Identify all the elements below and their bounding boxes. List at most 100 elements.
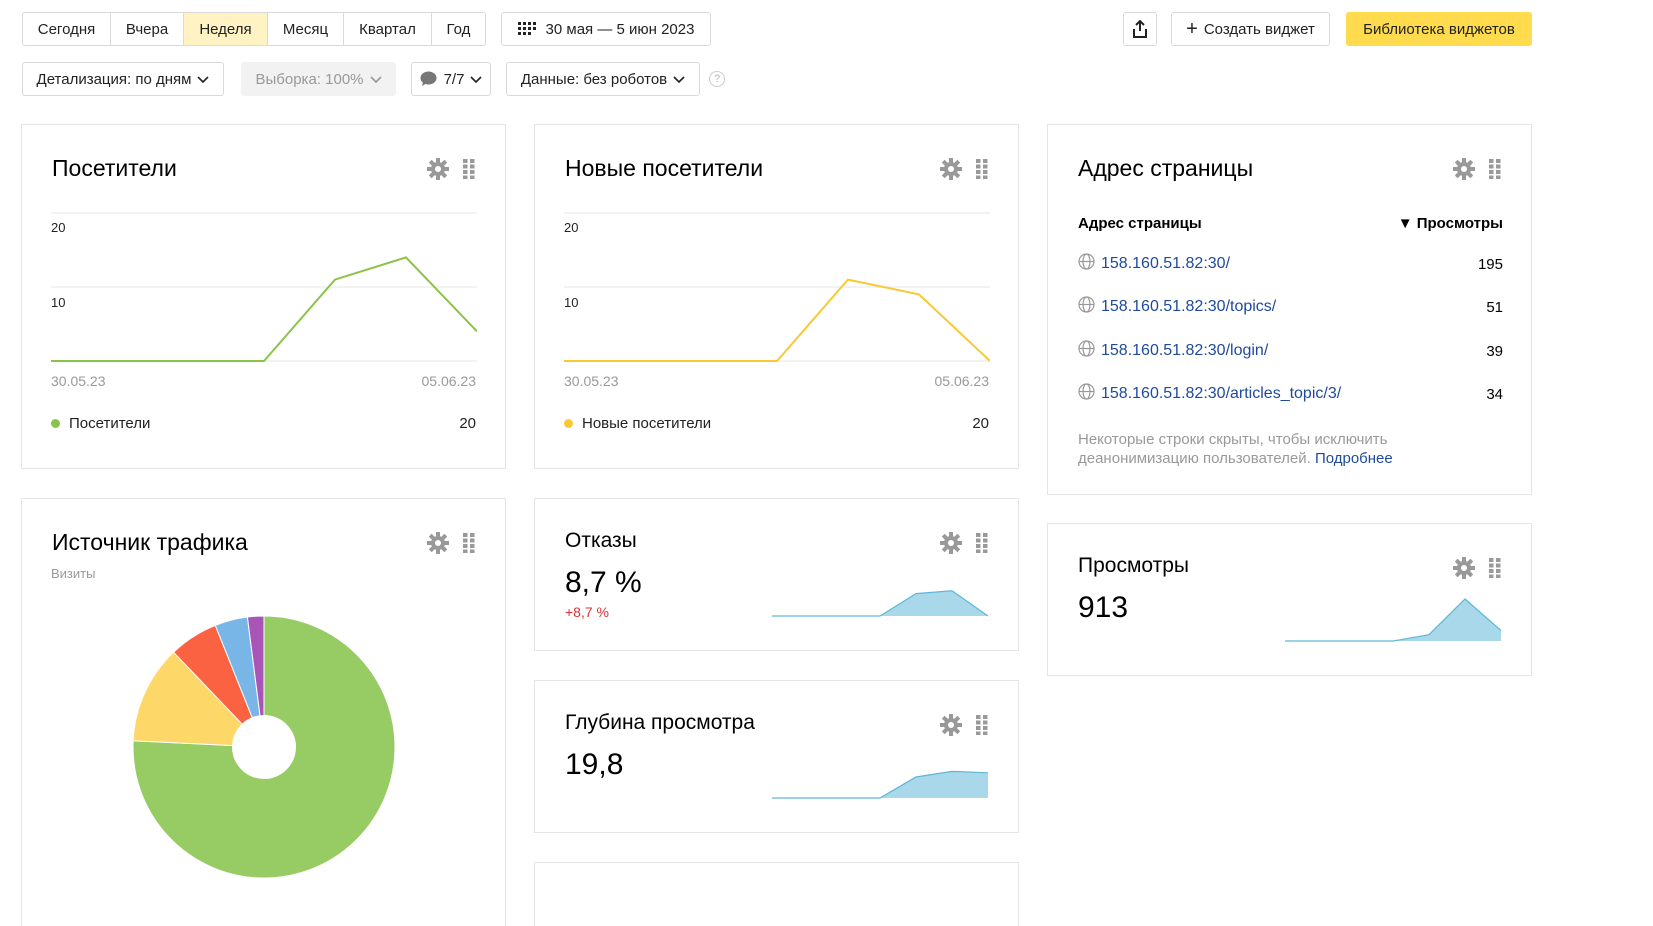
- url-link[interactable]: 158.160.51.82:30/: [1101, 255, 1478, 273]
- period-quarter-button[interactable]: Квартал: [344, 13, 432, 45]
- gear-icon[interactable]: [940, 532, 962, 559]
- plus-icon: +: [1186, 18, 1198, 40]
- legend-dot: [51, 419, 60, 428]
- pie-hole: [232, 715, 296, 779]
- views-widget: Просмотры 913: [1047, 523, 1532, 676]
- url-link[interactable]: 158.160.51.82:30/articles_topic/3/: [1101, 385, 1486, 403]
- next-widget: [534, 862, 1019, 926]
- widget-tools: [940, 532, 988, 559]
- period-month-button[interactable]: Месяц: [268, 13, 344, 45]
- legend-label: Новые посетители: [582, 415, 712, 432]
- column-header-views[interactable]: ▼ Просмотры: [1398, 215, 1503, 232]
- widget-title: Адрес страницы: [1078, 155, 1254, 181]
- traffic-pie-chart: [132, 615, 396, 879]
- table-row[interactable]: 158.160.51.82:30/topics/ 51: [1078, 296, 1503, 318]
- period-today-button[interactable]: Сегодня: [23, 13, 111, 45]
- period-yesterday-button[interactable]: Вчера: [111, 13, 184, 45]
- table-row[interactable]: 158.160.51.82:30/articles_topic/3/ 34: [1078, 383, 1503, 405]
- drag-handle-icon[interactable]: [976, 715, 988, 740]
- visitors-widget: Посетители 20 10 30.05.23 05.06.23 Посет…: [21, 124, 506, 469]
- widget-tools: [940, 714, 988, 741]
- legend-dot: [564, 419, 573, 428]
- widget-title: Отказы: [565, 529, 637, 552]
- widget-tools: [427, 158, 475, 185]
- globe-icon: [1078, 296, 1095, 318]
- globe-icon: [1078, 383, 1095, 405]
- create-widget-button[interactable]: + Создать виджет: [1171, 12, 1330, 46]
- table-row[interactable]: 158.160.51.82:30/ 195: [1078, 253, 1503, 274]
- data-filter-label: Данные: без роботов: [520, 70, 668, 88]
- column-header-address: Адрес страницы: [1078, 215, 1202, 232]
- drag-handle-icon[interactable]: [1489, 558, 1501, 583]
- segments-label: 7/7: [443, 70, 465, 88]
- metric-value: 8,7 %: [565, 566, 642, 599]
- chevron-down-icon: [369, 71, 382, 88]
- calendar-icon: [517, 22, 536, 35]
- widget-title: Глубина просмотра: [565, 711, 755, 734]
- legend-item[interactable]: Посетители: [51, 415, 150, 432]
- gear-icon[interactable]: [427, 532, 449, 559]
- widget-title: Новые посетители: [565, 155, 764, 181]
- help-icon[interactable]: ?: [709, 71, 725, 87]
- legend-total: 20: [459, 415, 476, 432]
- legend-item[interactable]: Новые посетители: [564, 415, 711, 432]
- gear-icon[interactable]: [940, 158, 962, 185]
- drag-handle-icon[interactable]: [1489, 159, 1501, 184]
- globe-icon: [1078, 340, 1095, 362]
- x-start-label: 30.05.23: [51, 373, 106, 389]
- segments-dropdown[interactable]: 7/7: [411, 62, 491, 96]
- period-year-button[interactable]: Год: [432, 13, 485, 45]
- detail-label: Детализация: по дням: [36, 70, 192, 88]
- legend-total: 20: [972, 415, 989, 432]
- sample-dropdown[interactable]: Выборка: 100%: [241, 62, 396, 96]
- create-widget-label: Создать виджет: [1203, 20, 1315, 38]
- views-value: 195: [1477, 255, 1503, 273]
- date-range-button[interactable]: 30 мая — 5 июн 2023: [501, 12, 711, 46]
- traffic-source-widget: Источник трафика Визиты: [21, 498, 506, 926]
- views-value: 51: [1486, 298, 1503, 316]
- metric-delta: +8,7 %: [565, 604, 609, 620]
- drag-handle-icon[interactable]: [976, 159, 988, 184]
- export-button[interactable]: [1123, 12, 1157, 46]
- gear-icon[interactable]: [427, 158, 449, 185]
- drag-handle-icon[interactable]: [463, 159, 475, 184]
- period-week-button[interactable]: Неделя: [184, 13, 268, 45]
- views-sparkline: [1285, 598, 1501, 642]
- data-filter-dropdown[interactable]: Данные: без роботов: [506, 62, 700, 96]
- detail-dropdown[interactable]: Детализация: по дням: [22, 62, 224, 96]
- gear-icon[interactable]: [940, 714, 962, 741]
- comment-icon: [420, 71, 437, 86]
- series-line: [51, 256, 477, 362]
- views-value: 39: [1486, 342, 1503, 360]
- gear-icon[interactable]: [1453, 557, 1475, 584]
- widget-tools: [940, 158, 988, 185]
- date-range-label: 30 мая — 5 июн 2023: [545, 20, 695, 38]
- spark-area: [772, 771, 988, 798]
- more-link[interactable]: Подробнее: [1315, 450, 1393, 467]
- chevron-down-icon: [673, 71, 685, 88]
- new-visitors-widget: Новые посетители 20 10 30.05.23 05.06.23…: [534, 124, 1019, 469]
- new-visitors-line-chart: [564, 212, 990, 362]
- metric-value: 913: [1078, 591, 1129, 624]
- depth-widget: Глубина просмотра 19,8: [534, 680, 1019, 833]
- legend-label: Посетители: [69, 415, 151, 432]
- drag-handle-icon[interactable]: [463, 533, 475, 558]
- bounces-widget: Отказы 8,7 % +8,7 %: [534, 498, 1019, 651]
- drag-handle-icon[interactable]: [976, 533, 988, 558]
- chevron-down-icon: [470, 71, 482, 88]
- sample-label: Выборка: 100%: [255, 70, 364, 88]
- page-address-widget: Адрес страницы Адрес страницы ▼ Просмотр…: [1047, 124, 1532, 495]
- widget-tools: [1453, 158, 1501, 185]
- metric-value: 19,8: [565, 748, 624, 781]
- widget-library-button[interactable]: Библиотека виджетов: [1346, 12, 1532, 46]
- depth-sparkline: [772, 770, 988, 799]
- widget-title: Источник трафика: [52, 529, 248, 555]
- hidden-rows-note: Некоторые строки скрыты, чтобы исключить…: [1078, 430, 1438, 468]
- table-row[interactable]: 158.160.51.82:30/login/ 39: [1078, 340, 1503, 362]
- x-start-label: 30.05.23: [564, 373, 619, 389]
- gear-icon[interactable]: [1453, 158, 1475, 185]
- url-link[interactable]: 158.160.51.82:30/login/: [1101, 342, 1486, 360]
- url-link[interactable]: 158.160.51.82:30/topics/: [1101, 298, 1486, 316]
- x-end-label: 05.06.23: [934, 373, 990, 389]
- x-end-label: 05.06.23: [421, 373, 477, 389]
